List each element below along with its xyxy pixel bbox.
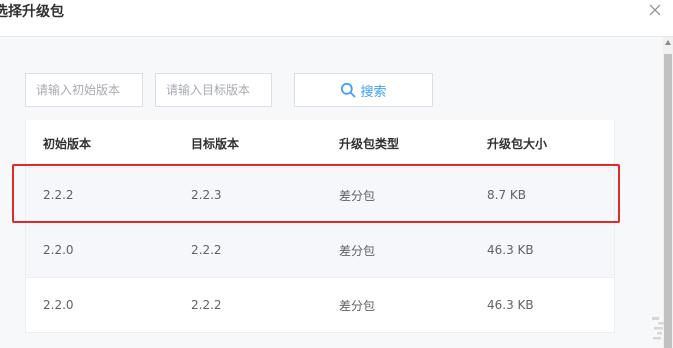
- cell-target-version: 2.2.2: [191, 243, 222, 257]
- cell-package-type: 差分包: [339, 243, 376, 258]
- table-header: 初始版本 目标版本 升级包类型 升级包大小: [26, 120, 614, 168]
- cell-package-size: 8.7 KB: [487, 188, 526, 202]
- search-icon: [341, 82, 356, 98]
- start-version-input[interactable]: [25, 73, 143, 107]
- cell-package-size: 46.3 KB: [487, 298, 534, 312]
- search-button-label: 搜索: [360, 84, 387, 100]
- cell-package-size: 46.3 KB: [487, 243, 534, 257]
- scrollbar-thumb[interactable]: [664, 54, 672, 348]
- vertical-scrollbar[interactable]: [663, 37, 673, 348]
- cell-package-type: 差分包: [339, 298, 376, 313]
- dialog-body: 搜索 初始版本 目标版本 升级包类型 升级包大小 2.2.2 2.2.3 差分包…: [0, 37, 673, 348]
- upgrade-package-table: 初始版本 目标版本 升级包类型 升级包大小 2.2.2 2.2.3 差分包 8.…: [25, 120, 615, 333]
- column-header-target-version[interactable]: 目标版本: [191, 120, 239, 167]
- cell-start-version: 2.2.0: [43, 298, 74, 312]
- table-row[interactable]: 2.2.0 2.2.2 差分包 46.3 KB: [26, 278, 614, 333]
- target-version-input[interactable]: [155, 73, 272, 107]
- dialog-title: 选择升级包: [0, 4, 64, 20]
- cell-start-version: 2.2.0: [43, 243, 74, 257]
- column-header-package-type[interactable]: 升级包类型: [339, 120, 399, 167]
- table-row[interactable]: 2.2.2 2.2.3 差分包 8.7 KB: [26, 168, 614, 223]
- column-header-package-size[interactable]: 升级包大小: [487, 120, 547, 167]
- search-button[interactable]: 搜索: [294, 73, 433, 107]
- upgrade-package-dialog: 选择升级包 搜索 初始版本 目标版本 升级包类型 升级包大小: [0, 0, 673, 348]
- scroll-up-arrow-icon[interactable]: [665, 40, 671, 45]
- close-icon: [649, 4, 661, 16]
- cell-target-version: 2.2.3: [191, 188, 222, 202]
- column-header-start-version[interactable]: 初始版本: [43, 120, 91, 167]
- cell-start-version: 2.2.2: [43, 188, 74, 202]
- cell-package-type: 差分包: [339, 188, 376, 203]
- cell-target-version: 2.2.2: [191, 298, 222, 312]
- close-button[interactable]: [647, 2, 663, 18]
- table-row[interactable]: 2.2.0 2.2.2 差分包 46.3 KB: [26, 223, 614, 278]
- dialog-header: 选择升级包: [0, 0, 673, 37]
- watermark-icon: [652, 317, 664, 340]
